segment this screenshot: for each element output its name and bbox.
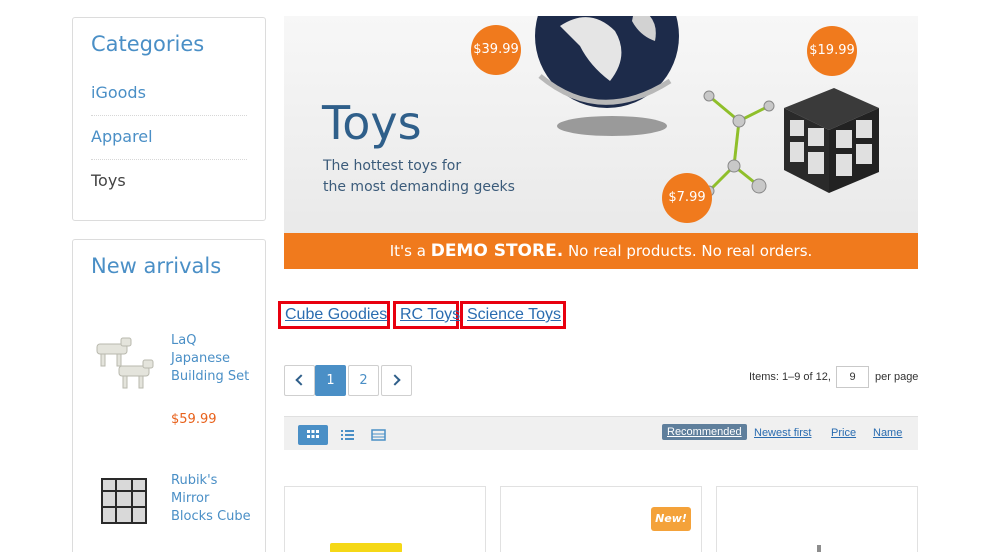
per-page-label: per page [875,371,919,383]
category-toys: Toys [91,171,126,190]
sort-newest-first[interactable]: Newest first [754,427,811,439]
new-arrivals-box: New arrivals LaQ Japanese Building Set $… [72,239,266,552]
grid-view-button[interactable] [298,425,328,445]
new-arrival-item[interactable]: LaQ Japanese Building Set $59.99 [91,332,261,432]
table-icon [371,429,386,441]
mirror-cube-banner-image [784,88,879,193]
sort-recommended[interactable]: Recommended [662,424,747,440]
per-page-input[interactable]: 9 [836,366,869,388]
category-igoods[interactable]: iGoods [91,83,247,116]
chevron-right-icon [389,374,401,386]
page-1-button[interactable]: 1 [315,365,346,396]
laq-dinosaur-image[interactable] [91,332,157,392]
product-card[interactable]: New! [500,486,702,552]
grid-icon [307,430,319,438]
strip-bold: DEMO STORE. [430,241,564,261]
strip-suffix: No real products. No real orders. [567,242,813,260]
demo-store-strip: It's a DEMO STORE. No real products. No … [284,233,918,269]
banner-title: Toys [322,96,422,150]
category-apparel[interactable]: Apparel [91,127,247,160]
price-tag-cube: $19.99 [807,26,857,76]
new-arrival-name[interactable]: Rubik's Mirror Blocks Cube [171,472,251,526]
subcategory-cube-goodies[interactable]: Cube Goodies [278,301,390,329]
new-arrival-price: $59.99 [171,412,217,427]
next-page-button[interactable] [381,365,412,396]
product-image[interactable] [330,543,402,552]
chevron-left-icon [295,374,307,386]
globe-image [535,16,679,136]
sort-toolbar: Recommended Newest first Price Name [284,416,918,450]
table-view-button[interactable] [364,425,394,445]
new-arrival-name[interactable]: LaQ Japanese Building Set [171,332,251,386]
previous-page-button[interactable] [284,365,315,396]
new-badge: New! [651,507,691,531]
subcategory-rc-toys[interactable]: RC Toys [393,301,460,329]
category-banner: $39.99 $19.99 $7.99 Toys The hottest toy… [284,16,918,269]
list-view-button[interactable] [332,425,362,445]
new-arrivals-title: New arrivals [91,254,222,278]
mirror-cube-image[interactable] [91,472,157,532]
product-card[interactable] [716,486,918,552]
banner-subtitle-line1: The hottest toys for [323,158,462,174]
sort-price[interactable]: Price [831,427,856,439]
price-tag-molecule: $7.99 [662,173,712,223]
items-count-info: Items: 1–9 of 12, [749,371,831,383]
list-icon [341,430,354,440]
sort-name[interactable]: Name [873,427,902,439]
price-tag-globe: $39.99 [471,25,521,75]
banner-subtitle-line2: the most demanding geeks [323,179,515,195]
product-card[interactable] [284,486,486,552]
new-arrival-item[interactable]: Rubik's Mirror Blocks Cube [91,472,261,552]
strip-prefix: It's a [389,242,426,260]
categories-title: Categories [91,32,205,56]
product-image[interactable] [817,545,821,552]
subcategory-science-toys[interactable]: Science Toys [460,301,566,329]
page-2-button[interactable]: 2 [348,365,379,396]
categories-box: Categories iGoods Apparel Toys [72,17,266,221]
